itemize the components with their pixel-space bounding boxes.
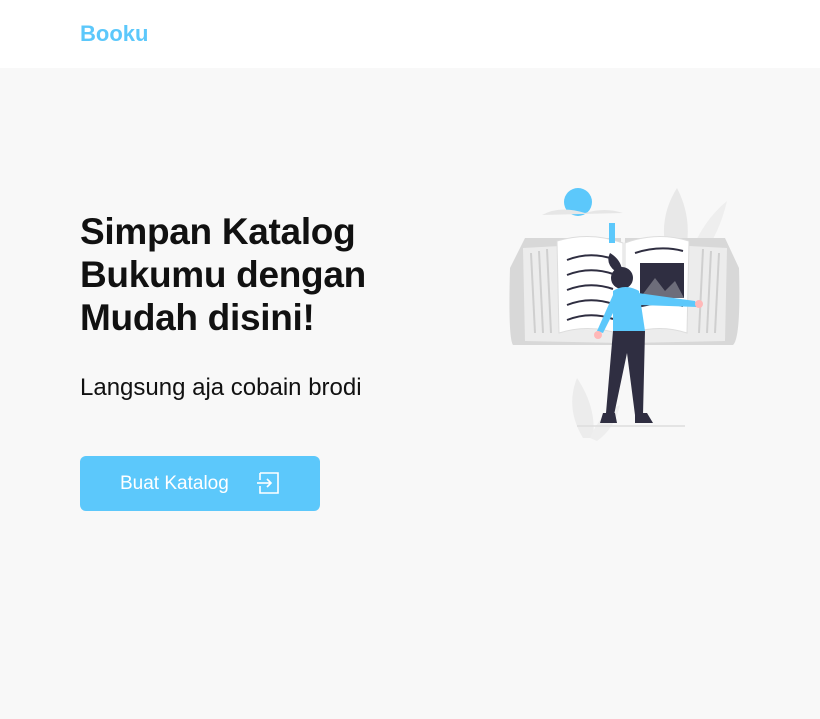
hero-headline: Simpan Katalog Bukumu dengan Mudah disin… — [80, 211, 366, 338]
sign-in-arrow-icon — [256, 471, 280, 495]
hero-subtitle: Langsung aja cobain brodi — [80, 374, 362, 401]
create-catalog-button-label: Buat Katalog — [120, 473, 229, 494]
create-catalog-button[interactable]: Buat Katalog — [80, 456, 320, 511]
navbar: Booku — [0, 0, 820, 68]
hero-section: Simpan Katalog Bukumu dengan Mudah disin… — [0, 68, 820, 719]
woman-reading-open-book-illustration — [505, 183, 745, 463]
brand-logo[interactable]: Booku — [80, 20, 148, 48]
